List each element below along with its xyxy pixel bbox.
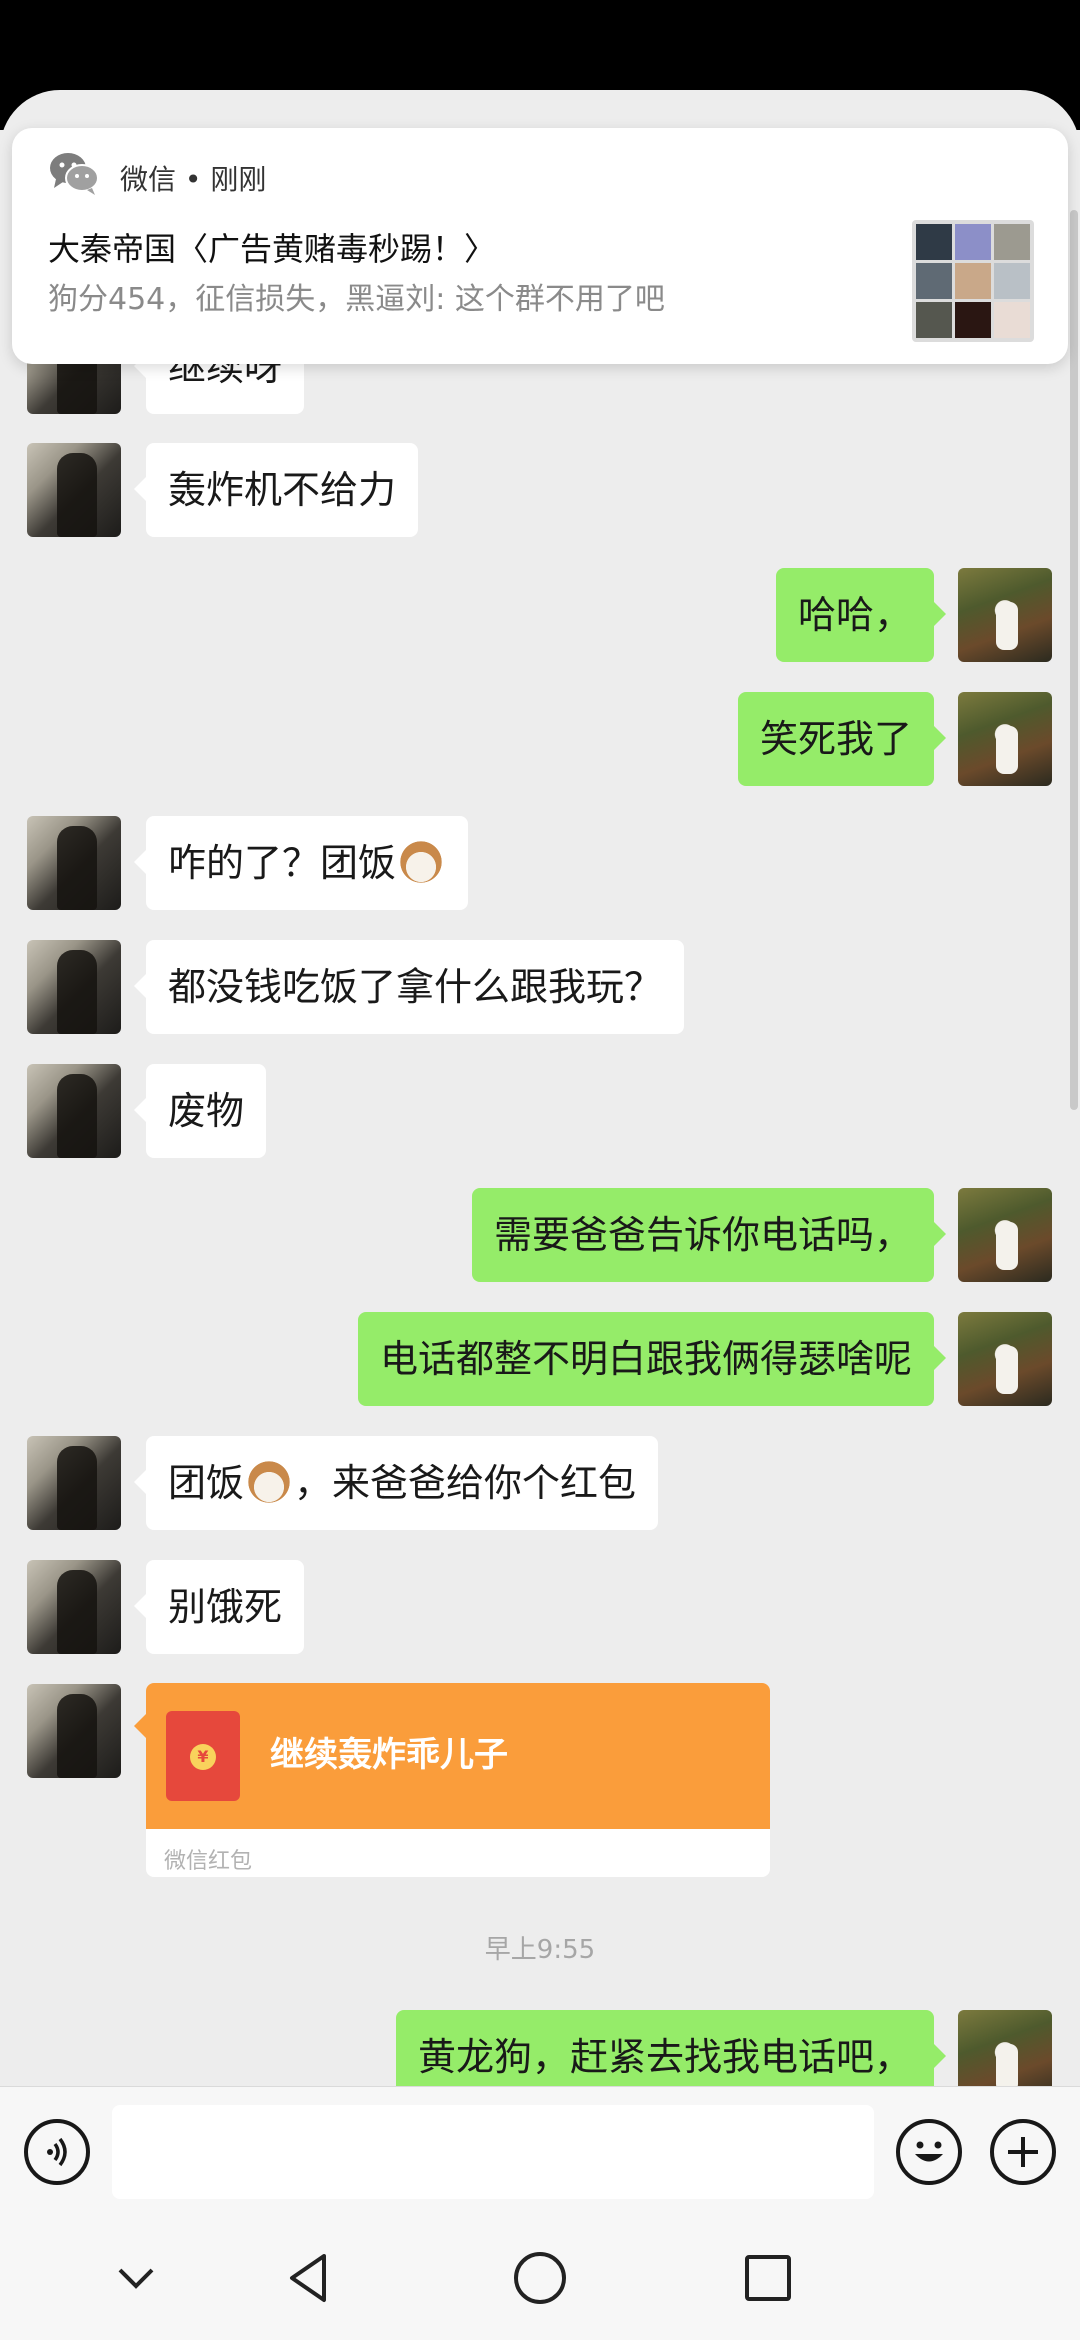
contact-avatar[interactable] bbox=[27, 1064, 121, 1158]
group-avatar-tile bbox=[994, 224, 1030, 260]
plus-button[interactable] bbox=[990, 2119, 1056, 2185]
my-avatar[interactable] bbox=[958, 1312, 1052, 1406]
contact-avatar[interactable] bbox=[27, 443, 121, 537]
message-bubble-outgoing[interactable]: 需要爸爸告诉你电话吗， bbox=[471, 1188, 947, 1282]
contact-avatar[interactable] bbox=[27, 1436, 121, 1530]
message-bubble-incoming[interactable]: 别饿死 bbox=[133, 1560, 305, 1654]
message-bubble-incoming[interactable]: 轰炸机不给力 bbox=[133, 443, 419, 537]
input-bar bbox=[0, 2086, 1080, 2220]
contact-avatar[interactable] bbox=[27, 940, 121, 1034]
back-icon[interactable] bbox=[282, 2248, 342, 2308]
my-avatar[interactable] bbox=[958, 568, 1052, 662]
red-packet-header: ¥ 继续轰炸乖儿子 bbox=[146, 1683, 770, 1829]
group-avatar-tile bbox=[916, 302, 952, 338]
chevron-down-icon[interactable] bbox=[106, 2248, 166, 2308]
plus-icon bbox=[1008, 2137, 1038, 2167]
my-avatar[interactable] bbox=[958, 692, 1052, 786]
dog-face-emoji-icon bbox=[396, 836, 447, 887]
notification-banner[interactable]: 微信 • 刚刚 大秦帝国〈广告黄赌毒秒踢！〉 狗分454，征信损失，黑逼刘: 这… bbox=[12, 128, 1068, 364]
wechat-icon bbox=[50, 153, 99, 195]
notification-body: 狗分454，征信损失，黑逼刘: 这个群不用了吧 bbox=[48, 282, 665, 317]
home-icon[interactable] bbox=[510, 2248, 570, 2308]
message-bubble-incoming[interactable]: 团饭 ，来爸爸给你个红包 bbox=[133, 1436, 659, 1530]
group-avatar-tile bbox=[916, 263, 952, 299]
group-avatar-tile bbox=[994, 263, 1030, 299]
red-packet-tail bbox=[134, 1714, 146, 1738]
notification-title: 大秦帝国〈广告黄赌毒秒踢！〉 bbox=[48, 230, 497, 268]
voice-icon bbox=[47, 2137, 67, 2167]
message-text: 团饭 bbox=[168, 1461, 245, 1505]
contact-avatar[interactable] bbox=[27, 816, 121, 910]
contact-avatar[interactable] bbox=[27, 1684, 121, 1778]
group-avatar-tile bbox=[955, 302, 991, 338]
emoji-button[interactable] bbox=[896, 2119, 962, 2185]
my-avatar[interactable] bbox=[958, 1188, 1052, 1282]
emoji-icon bbox=[915, 2141, 943, 2162]
group-avatar-tile bbox=[955, 224, 991, 260]
message-input[interactable] bbox=[112, 2105, 874, 2199]
dog-face-emoji-icon bbox=[244, 1456, 295, 1507]
coin-icon: ¥ bbox=[190, 1744, 216, 1770]
message-text: 咋的了？团饭 bbox=[168, 841, 397, 885]
contact-avatar[interactable] bbox=[27, 1560, 121, 1654]
red-packet-footer: 微信红包 bbox=[164, 1849, 253, 1874]
group-avatar-tile bbox=[994, 302, 1030, 338]
message-timestamp: 早上9:55 bbox=[484, 1935, 596, 1965]
group-avatar-tile bbox=[955, 263, 991, 299]
navigation-bar bbox=[0, 2220, 1080, 2340]
recents-icon[interactable] bbox=[738, 2248, 798, 2308]
message-bubble-incoming[interactable]: 都没钱吃饭了拿什么跟我玩？ bbox=[133, 940, 685, 1034]
scrollbar[interactable] bbox=[1070, 210, 1078, 1110]
notification-app-label: 微信 • 刚刚 bbox=[120, 163, 267, 196]
message-bubble-incoming[interactable]: 咋的了？团饭 bbox=[133, 816, 469, 910]
message-bubble-outgoing[interactable]: 电话都整不明白跟我俩得瑟啥呢 bbox=[357, 1312, 947, 1406]
red-envelope-icon: ¥ bbox=[166, 1711, 240, 1801]
message-bubble-incoming[interactable]: 废物 bbox=[133, 1064, 267, 1158]
message-bubble-outgoing[interactable]: 笑死我了 bbox=[737, 692, 947, 786]
red-packet-title: 继续轰炸乖儿子 bbox=[270, 1735, 508, 1775]
voice-button[interactable] bbox=[24, 2119, 90, 2185]
group-avatar bbox=[912, 220, 1034, 342]
group-avatar-tile bbox=[916, 224, 952, 260]
red-packet-card[interactable]: ¥ 继续轰炸乖儿子 微信红包 bbox=[146, 1683, 770, 1877]
message-bubble-outgoing[interactable]: 哈哈， bbox=[775, 568, 947, 662]
message-text: ，来爸爸给你个红包 bbox=[294, 1461, 637, 1505]
